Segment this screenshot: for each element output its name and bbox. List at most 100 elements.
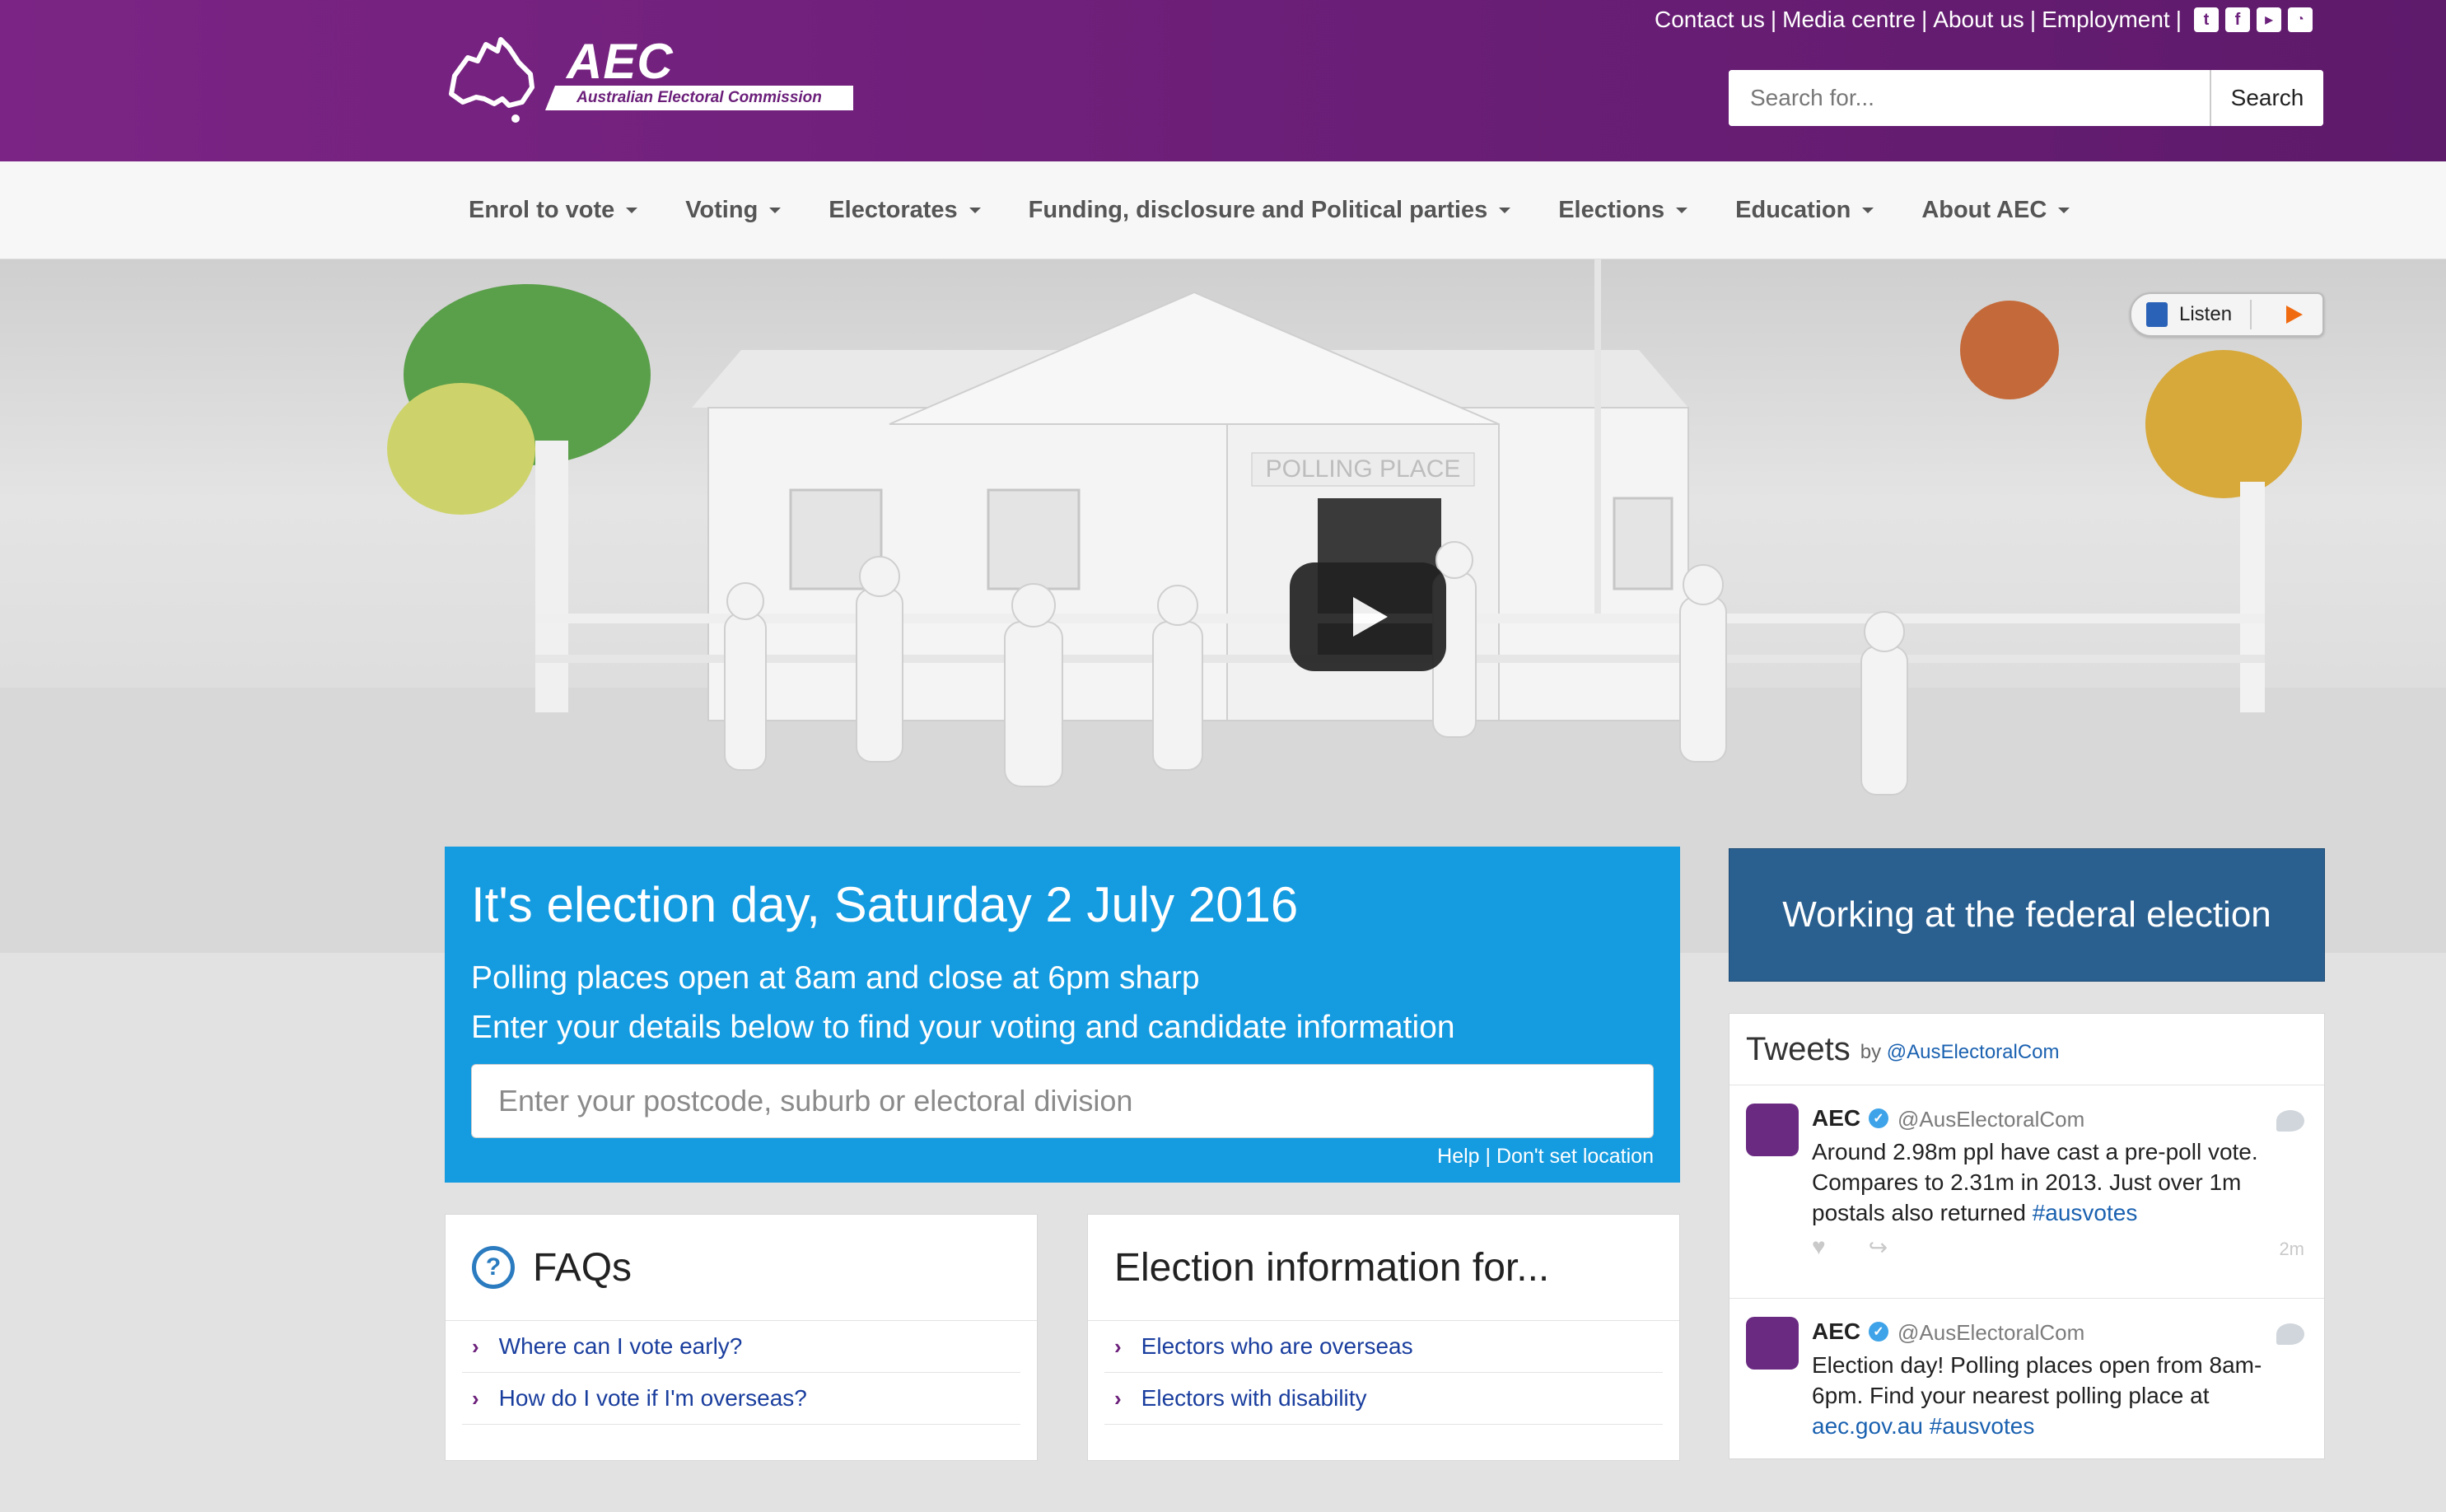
share-icon[interactable]: ↪ [1869,1234,1888,1261]
tweet-author[interactable]: AEC [1812,1105,1860,1132]
tweets-by: by @AusElectoralCom [1860,1041,2060,1064]
main-nav: Enrol to vote Voting Electorates Funding… [0,161,2446,259]
tweets-handle-link[interactable]: @AusElectoralCom [1887,1041,2060,1063]
search-input[interactable] [1729,70,2210,126]
utility-links: Contact us | Media centre | About us | E… [1655,7,2313,33]
chevron-right-icon: › [472,1385,479,1411]
youtube-icon[interactable]: ▶ [2257,7,2281,32]
instructions-text: Enter your details below to find your vo… [471,1010,1455,1045]
tweets-title: Tweets [1746,1030,1851,1067]
tweet-text: Around 2.98m ppl have cast a pre-poll vo… [1812,1136,2298,1228]
tweet-text: Election day! Polling places open from 8… [1812,1350,2298,1441]
tweet-author[interactable]: AEC [1812,1318,1860,1345]
faq-label: Where can I vote early? [498,1333,743,1359]
tweet-handle[interactable]: @AusElectoralCom [1898,1107,2084,1132]
caret-down-icon [626,207,638,213]
election-day-panel: It's election day, Saturday 2 July 2016 … [445,847,1680,1183]
rss-icon[interactable]: ◔ [2288,7,2313,32]
chevron-right-icon: › [472,1333,479,1359]
twitter-bird-icon[interactable] [2276,1110,2304,1132]
election-info-item[interactable]: › Electors who are overseas [1104,1321,1663,1373]
faqs-card: ? FAQs › Where can I vote early? › How do … [445,1214,1038,1461]
twitter-bird-icon[interactable] [2276,1323,2304,1345]
faqs-title: FAQs [533,1245,633,1290]
polling-hours-text: Polling places open at 8am and close at … [471,960,1200,996]
hashtag-link[interactable]: aec.gov.au #ausvotes [1812,1413,2034,1439]
nav-label: About AEC [1921,196,2047,223]
about-us-link[interactable]: About us [1933,7,2024,33]
caret-down-icon [2058,207,2070,213]
site-header: AEC Australian Electoral Commission Cont… [0,0,2446,161]
election-info-card: Election information for... › Electors wh… [1087,1214,1680,1461]
dont-set-location-link[interactable]: Don't set location [1496,1145,1654,1168]
play-icon [1353,597,1388,637]
listen-button[interactable]: Listen [2130,292,2324,337]
nav-funding-disclosure[interactable]: Funding, disclosure and Political partie… [1005,197,1535,224]
search-button[interactable]: Search [2210,70,2323,126]
caret-down-icon [1862,207,1874,213]
link-separator: | [1770,7,1777,32]
nav-label: Funding, disclosure and Political partie… [1028,196,1488,223]
play-video-button[interactable] [1290,562,1446,671]
election-title: It's election day, Saturday 2 July 2016 [471,877,1299,932]
working-at-election-banner[interactable]: Working at the federal election [1729,848,2325,982]
election-info-label: Electors who are overseas [1141,1333,1413,1359]
location-links: Help | Don't set location [1437,1145,1654,1169]
media-centre-link[interactable]: Media centre [1782,7,1916,33]
question-bubble-icon: ? [472,1246,515,1289]
like-heart-icon[interactable]: ♥ [1812,1234,1826,1261]
nav-label: Education [1735,196,1851,223]
working-label: Working at the federal election [1782,894,2271,935]
tweet-timestamp[interactable]: 2m [2279,1239,2304,1260]
tweets-header: Tweets by @AusElectoralCom [1729,1014,2324,1085]
avatar[interactable] [1746,1317,1799,1370]
site-search: Search [1729,70,2323,126]
link-separator: | [2029,7,2037,32]
link-separator: | [1921,7,1928,32]
caret-down-icon [1499,207,1511,213]
logo-subtitle: Australian Electoral Commission [545,86,853,110]
tweets-by-label: by [1860,1041,1882,1063]
australia-logo-icon[interactable] [443,33,542,125]
nav-about-aec[interactable]: About AEC [1898,197,2094,224]
tweet-handle[interactable]: @AusElectoralCom [1898,1320,2084,1346]
faq-item[interactable]: › How do I vote if I'm overseas? [462,1373,1020,1425]
nav-label: Elections [1558,196,1665,223]
election-info-item[interactable]: › Electors with disability [1104,1373,1663,1425]
tweet-body: Election day! Polling places open from 8… [1812,1352,2262,1408]
postcode-input[interactable] [471,1064,1654,1138]
nav-voting[interactable]: Voting [661,197,805,224]
chevron-right-icon: › [1114,1333,1122,1359]
faq-item[interactable]: › Where can I vote early? [462,1321,1020,1373]
twitter-icon[interactable]: t [2194,7,2219,32]
listen-label: Listen [2179,303,2233,325]
tweet-item: AEC ✓ @AusElectoralCom Election day! Pol… [1729,1299,2324,1512]
election-info-title: Election information for... [1114,1245,1550,1290]
avatar[interactable] [1746,1104,1799,1156]
play-triangle-icon [2286,306,2303,324]
caret-down-icon [1676,207,1688,213]
election-info-label: Electors with disability [1141,1385,1367,1411]
tweet-item: AEC ✓ @AusElectoralCom Around 2.98m ppl … [1729,1085,2324,1299]
hashtag-link[interactable]: #ausvotes [2033,1200,2138,1225]
employment-link[interactable]: Employment [2042,7,2170,33]
nav-enrol-to-vote[interactable]: Enrol to vote [445,197,661,224]
tweet-actions: ♥ ↪ [1812,1234,1888,1261]
caret-down-icon [769,207,782,213]
social-icons: t f ▶ ◔ [2194,7,2313,32]
logo-text[interactable]: AEC [567,33,674,90]
link-separator: | [2175,7,2182,32]
link-separator: | [1485,1145,1491,1168]
facebook-icon[interactable]: f [2225,7,2250,32]
help-link[interactable]: Help [1437,1145,1479,1168]
verified-badge-icon: ✓ [1869,1108,1888,1128]
nav-label: Voting [685,196,759,223]
nav-label: Enrol to vote [469,196,615,223]
polling-place-sign: POLLING PLACE [1266,455,1461,483]
speaker-icon [2146,302,2168,327]
nav-electorates[interactable]: Electorates [805,197,1004,224]
nav-education[interactable]: Education [1711,197,1898,224]
contact-us-link[interactable]: Contact us [1655,7,1765,33]
nav-elections[interactable]: Elections [1534,197,1711,224]
verified-badge-icon: ✓ [1869,1322,1888,1342]
